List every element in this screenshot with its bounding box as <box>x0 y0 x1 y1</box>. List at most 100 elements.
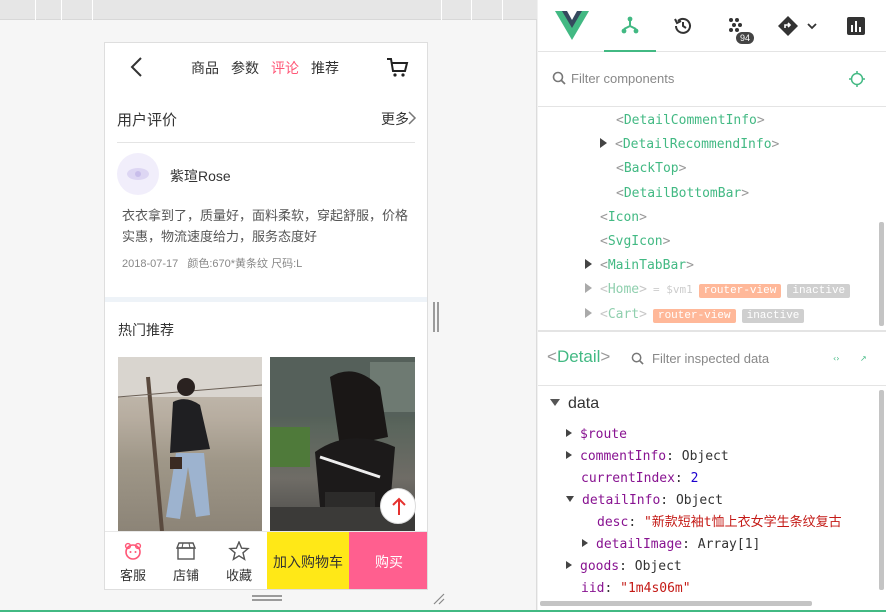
chevron-right-icon[interactable] <box>407 111 417 125</box>
tab-params[interactable]: 参数 <box>231 58 259 78</box>
router-view-tag: router-view <box>698 284 782 298</box>
detail-bottom-bar: 客服 店铺 收藏 加入购物车 购买 <box>105 531 427 589</box>
phone-viewport: 商品 参数 评论 推荐 用户评价 更多 紫瑄Rose 衣衣拿到了，质量好，面料柔… <box>104 42 428 590</box>
tab-comments[interactable]: 评论 <box>271 58 299 78</box>
data-row[interactable]: desc: "新款短袖t恤上衣女学生条纹复古 <box>597 512 842 534</box>
resize-handle-bottom[interactable] <box>252 595 282 603</box>
comment-text: 衣衣拿到了，质量好，面料柔软，穿起舒服，价格实惠，物流速度给力，服务态度好 <box>122 208 409 244</box>
data-scrollbar[interactable] <box>879 390 884 590</box>
data-row[interactable]: iid: "1m4s06m" <box>581 578 691 599</box>
search-icon <box>631 352 644 365</box>
expand-arrow-icon[interactable] <box>585 308 592 318</box>
open-in-editor-icon[interactable]: ↗ <box>860 354 867 363</box>
collapse-icon[interactable]: ‹› <box>833 354 839 363</box>
inactive-tag: inactive <box>787 284 851 298</box>
filter-inspected-input[interactable]: Filter inspected data <box>652 351 769 366</box>
component-tree-icon <box>621 16 639 34</box>
vue-logo-icon <box>552 0 592 52</box>
tab-recommend[interactable]: 推荐 <box>311 58 339 78</box>
route-diamond-icon <box>778 16 798 36</box>
collapse-arrow-icon[interactable] <box>566 496 574 502</box>
tree-node[interactable]: <DetailBottomBar> <box>616 182 749 206</box>
star-icon <box>228 541 250 561</box>
vm-label: = $vm1 <box>652 283 693 296</box>
favorite-label: 收藏 <box>225 568 252 583</box>
service-icon <box>124 542 142 560</box>
devtools-toolbar: 94 <box>538 0 886 52</box>
resize-corner-icon[interactable] <box>432 592 446 606</box>
component-tree: <DetailCommentInfo> <DetailRecommendInfo… <box>538 108 886 330</box>
inspector-header: <Detail> Filter inspected data ‹› ↗ <box>538 332 886 386</box>
performance-tab[interactable] <box>834 0 878 52</box>
resize-handle-right[interactable] <box>433 302 441 332</box>
data-row[interactable]: goods: Object <box>566 556 682 578</box>
search-icon <box>552 71 566 85</box>
back-arrow-icon[interactable] <box>127 55 147 79</box>
filter-components-input[interactable]: Filter components <box>571 71 674 86</box>
shop-label: 店铺 <box>172 568 199 583</box>
tree-node[interactable]: <DetailRecommendInfo> <box>600 133 779 157</box>
expand-arrow-icon[interactable] <box>566 561 572 569</box>
inspected-data: data $route commentInfo: Object currentI… <box>538 387 886 599</box>
history-icon <box>674 17 691 34</box>
tab-goods[interactable]: 商品 <box>191 58 219 78</box>
tree-node[interactable]: <SvgIcon> <box>600 230 670 254</box>
tree-node[interactable]: <DetailCommentInfo> <box>616 109 765 133</box>
device-emulation-pane: 商品 参数 评论 推荐 用户评价 更多 紫瑄Rose 衣衣拿到了，质量好，面料柔… <box>0 0 537 612</box>
horizontal-scrollbar[interactable] <box>540 601 812 606</box>
shop-button[interactable]: 店铺 <box>161 538 211 584</box>
data-row[interactable]: detailImage: Array[1] <box>582 534 760 556</box>
expand-arrow-icon[interactable] <box>566 451 572 459</box>
service-label: 客服 <box>119 568 146 583</box>
select-target-icon[interactable] <box>849 71 865 87</box>
tree-node[interactable]: <Cart> router-view inactive <box>585 303 805 327</box>
recommend-title: 热门推荐 <box>118 322 174 338</box>
comment-style: 颜色:670*黄条纹 尺码:L <box>187 258 303 270</box>
detail-tabs: 商品 参数 评论 推荐 <box>191 58 339 78</box>
expand-arrow-icon[interactable] <box>582 539 588 547</box>
tree-node[interactable]: <Home> = $vm1 router-view inactive <box>585 278 851 302</box>
inspected-component-name: <Detail> <box>547 347 611 366</box>
collapse-arrow-icon[interactable] <box>550 399 560 406</box>
components-tab[interactable] <box>604 0 656 52</box>
vue-devtools-panel: 94 Filter components <DetailCommentInfo>… <box>538 0 886 612</box>
expand-arrow-icon[interactable] <box>585 259 592 269</box>
data-row[interactable]: $route <box>566 424 627 446</box>
section-divider <box>105 297 427 302</box>
comment-info: 2018-07-17 颜色:670*黄条纹 尺码:L <box>122 255 308 271</box>
tree-node[interactable]: <BackTop> <box>616 157 686 181</box>
back-to-top-button[interactable] <box>380 488 416 524</box>
more-link[interactable]: 更多 <box>381 109 409 129</box>
service-button[interactable]: 客服 <box>108 538 158 584</box>
tree-node[interactable]: <Icon> <box>600 206 647 230</box>
vuex-events-tab[interactable] <box>712 0 762 52</box>
shop-icon <box>175 542 197 560</box>
data-row[interactable]: currentIndex: 2 <box>581 468 698 490</box>
routing-tab[interactable] <box>770 0 826 52</box>
timeline-tab[interactable] <box>658 0 708 52</box>
data-row[interactable]: detailInfo: Object <box>566 490 723 512</box>
expand-arrow-icon[interactable] <box>566 429 572 437</box>
favorite-button[interactable]: 收藏 <box>214 538 264 584</box>
expand-arrow-icon[interactable] <box>600 138 607 148</box>
screen: 商品 参数 评论 推荐 用户评价 更多 紫瑄Rose 衣衣拿到了，质量好，面料柔… <box>0 0 886 612</box>
cart-icon[interactable] <box>385 56 409 78</box>
router-view-tag: router-view <box>652 309 736 323</box>
buy-button[interactable]: 购买 <box>349 532 427 589</box>
chevron-down-icon[interactable] <box>805 19 819 33</box>
comment-date: 2018-07-17 <box>122 258 179 270</box>
recommend-image-1[interactable] <box>118 357 262 531</box>
comment-header-title: 用户评价 <box>117 112 178 129</box>
tree-node[interactable]: <MainTabBar> <box>585 254 694 278</box>
data-section-header[interactable]: data <box>550 395 599 413</box>
bar-chart-icon <box>847 17 865 35</box>
avatar <box>117 153 159 195</box>
data-row[interactable]: commentInfo: Object <box>566 446 729 468</box>
user-name: 紫瑄Rose <box>170 168 231 184</box>
inactive-tag: inactive <box>741 309 805 323</box>
events-count-badge: 94 <box>736 32 755 44</box>
comment-header: 用户评价 更多 <box>117 101 417 143</box>
expand-arrow-icon[interactable] <box>585 283 592 293</box>
tree-scrollbar[interactable] <box>879 222 884 326</box>
add-to-cart-button[interactable]: 加入购物车 <box>267 532 349 589</box>
